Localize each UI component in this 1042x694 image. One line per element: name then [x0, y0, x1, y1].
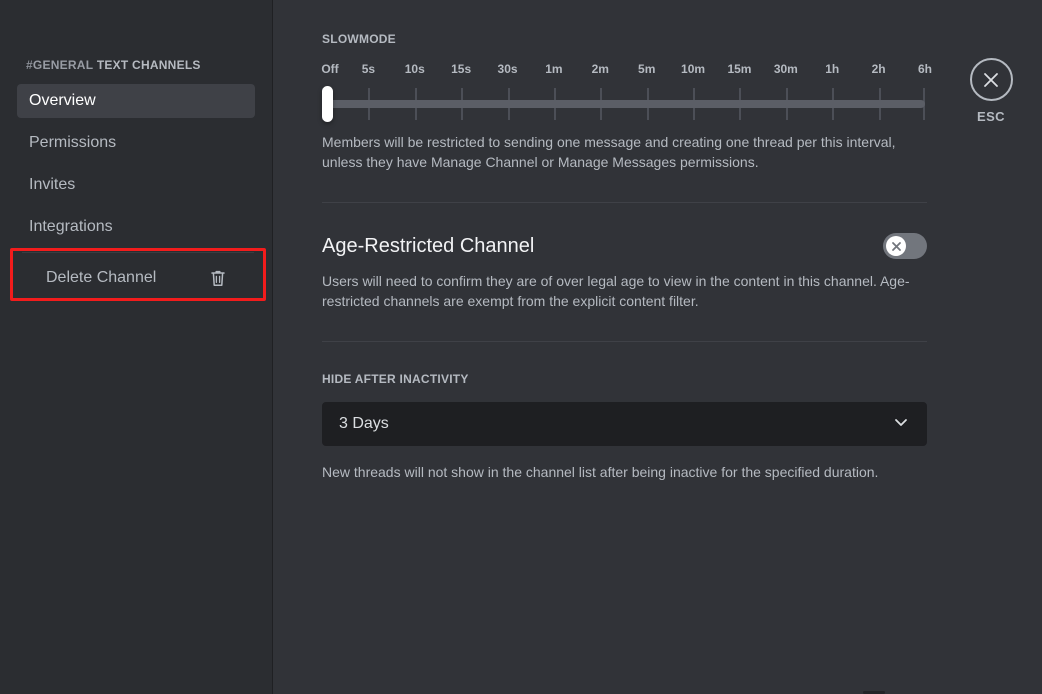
- hash-icon: #: [26, 58, 33, 72]
- slowmode-tick-10s: 10s: [404, 62, 425, 76]
- slowmode-tick-1h: 1h: [825, 62, 840, 76]
- sidebar-item-delete-channel[interactable]: Delete Channel: [34, 261, 238, 295]
- trash-icon: [210, 269, 226, 287]
- slowmode-tick-30m: 30m: [773, 62, 798, 76]
- slowmode-tick-1m: 1m: [545, 62, 563, 76]
- slowmode-tick-labels: Off 5s 10s 15s 30s 1m 2m 5m 10m 15m 30m 1h 2h 6h: [321, 62, 932, 78]
- slowmode-tick-10m: 10m: [681, 62, 706, 76]
- sidebar-header-suffix: TEXT CHANNELS: [96, 58, 201, 72]
- slowmode-tick-15m: 15m: [727, 62, 752, 76]
- sidebar-item-permissions[interactable]: Permissions: [17, 126, 255, 160]
- slowmode-tick-6h: 6h: [917, 62, 933, 76]
- slowmode-tick-Off: Off: [321, 62, 339, 76]
- slowmode-tick-30s: 30s: [497, 62, 518, 76]
- slowmode-tick-2m: 2m: [591, 62, 609, 76]
- sidebar-item-label: Invites: [29, 176, 76, 193]
- delete-channel-label: Delete Channel: [46, 269, 157, 286]
- sidebar-item-integrations[interactable]: Integrations: [17, 210, 255, 244]
- delete-channel-wrapper: Delete Channel: [10, 248, 266, 301]
- chevron-down-icon: [892, 413, 910, 436]
- toggle-knob: [886, 236, 906, 256]
- age-restricted-title: Age-Restricted Channel: [322, 234, 535, 257]
- settings-content: SLOWMODE Off 5s 10s 15s 30s 1m 2m 5m 10m 15m 30m 1h…: [273, 0, 1042, 694]
- hide-after-inactivity-label: HIDE AFTER INACTIVITY: [322, 372, 469, 386]
- hide-after-inactivity-description: New threads will not show in the channel…: [322, 464, 879, 480]
- close-modal-label: ESC: [977, 109, 1005, 124]
- content-divider: [322, 202, 927, 203]
- slowmode-slider-handle[interactable]: [322, 86, 333, 122]
- content-divider: [322, 341, 927, 342]
- hide-after-inactivity-select[interactable]: 3 Days: [322, 402, 927, 446]
- sidebar-divider: [22, 252, 254, 253]
- age-restricted-description: Users will need to confirm they are of o…: [322, 273, 910, 309]
- age-restricted-toggle[interactable]: [883, 233, 927, 259]
- slowmode-tick-5s: 5s: [361, 62, 376, 76]
- slowmode-slider-track[interactable]: [322, 100, 925, 108]
- close-modal-button[interactable]: ESC: [961, 58, 1021, 124]
- slowmode-tick-2h: 2h: [871, 62, 886, 76]
- slowmode-tick-5m: 5m: [638, 62, 656, 76]
- sidebar-item-label: Permissions: [29, 134, 117, 151]
- sidebar-header-channel: GENERAL: [32, 58, 94, 72]
- sidebar-header: #GENERAL TEXT CHANNELS: [0, 58, 272, 72]
- close-icon: [984, 72, 998, 87]
- settings-sidebar: #GENERAL TEXT CHANNELS Overview Permissi…: [0, 0, 273, 694]
- channel-settings-window: #GENERAL TEXT CHANNELS Overview Permissi…: [0, 0, 1042, 694]
- slowmode-tick-15s: 15s: [451, 62, 472, 76]
- sidebar-item-overview[interactable]: Overview: [17, 84, 255, 118]
- close-icon: [891, 241, 901, 251]
- slowmode-label: SLOWMODE: [322, 32, 396, 46]
- slowmode-description: Members will be restricted to sending on…: [322, 134, 896, 170]
- sidebar-item-label: Integrations: [29, 218, 113, 235]
- sidebar-item-label: Overview: [29, 92, 96, 109]
- slowmode-slider[interactable]: [322, 86, 927, 122]
- slowmode-slider-block: Off 5s 10s 15s 30s 1m 2m 5m 10m 15m 30m 1h 2h 6h: [321, 62, 932, 122]
- age-restricted-header: Age-Restricted Channel: [322, 233, 927, 259]
- hide-after-inactivity-value: 3 Days: [339, 415, 389, 432]
- close-icon-circle: [969, 58, 1013, 101]
- sidebar-item-invites[interactable]: Invites: [17, 168, 255, 202]
